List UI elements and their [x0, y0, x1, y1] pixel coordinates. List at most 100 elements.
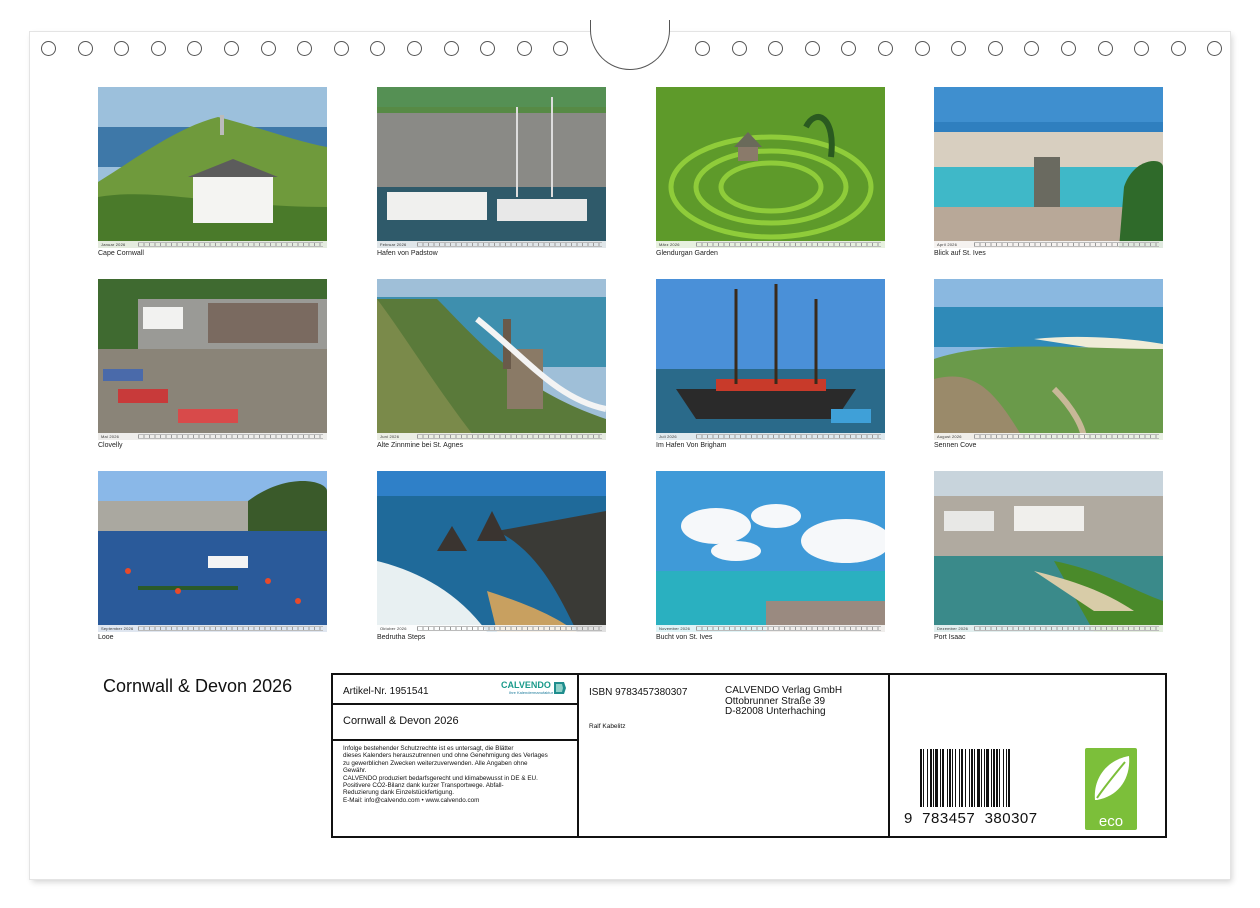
- legal-line: Positivere CO2-Bilanz dank kurzer Transp…: [343, 782, 504, 790]
- month-day-strip: Februar 2026: [377, 241, 606, 248]
- landscape-photo: [656, 279, 885, 440]
- landscape-photo: [377, 471, 606, 632]
- landscape-photo: [934, 87, 1163, 248]
- binding-hole: [987, 41, 1003, 56]
- publisher-city: D-82008 Unterhaching: [725, 706, 826, 717]
- photo-caption: Clovelly: [98, 442, 123, 449]
- month-day-strip: September 2026: [98, 625, 327, 632]
- photo-tile: September 2026: [98, 471, 327, 632]
- month-label: Februar 2026: [380, 242, 407, 247]
- legal-line: Infolge bestehender Schutzrechte ist es …: [343, 745, 514, 752]
- photo-tile: Oktober 2026: [377, 471, 606, 632]
- day-grid: [138, 434, 323, 439]
- landscape-photo: [98, 87, 327, 248]
- isbn-barcode: 9 783457 380307: [904, 749, 1046, 827]
- day-grid: [417, 626, 602, 631]
- binding-hole: [77, 41, 93, 56]
- month-label: Oktober 2026: [380, 626, 407, 631]
- month-label: Juli 2026: [659, 434, 677, 439]
- landscape-photo: [656, 87, 885, 248]
- landscape-photo: [98, 279, 327, 440]
- day-grid: [417, 242, 602, 247]
- photo-caption: Bedrutha Steps: [377, 634, 426, 641]
- day-grid: [138, 626, 323, 631]
- product-title: Cornwall & Devon 2026: [343, 715, 459, 727]
- legal-line: Reduzierung dank Einzelstückfertigung.: [343, 789, 454, 797]
- day-grid: [696, 242, 881, 247]
- photo-caption: Port Isaac: [934, 634, 966, 641]
- photo-caption: Hafen von Padstow: [377, 250, 438, 257]
- legal-line: Gewähr.: [343, 767, 367, 775]
- binding-hole: [1061, 41, 1076, 56]
- photo-caption: Glendurgan Garden: [656, 250, 718, 257]
- legal-line: CALVENDO produziert bedarfsgerecht und k…: [343, 774, 538, 782]
- photo-tile: Februar 2026: [377, 87, 606, 248]
- legal-line: zu gewerblichen Zwecken weiterzuverwende…: [343, 759, 528, 767]
- day-grid: [974, 242, 1159, 247]
- calvendo-logo-icon: [553, 681, 567, 695]
- month-day-strip: Oktober 2026: [377, 625, 606, 632]
- day-grid: [974, 434, 1159, 439]
- binding-hole: [516, 41, 532, 56]
- photo-tile: November 2026: [656, 471, 885, 632]
- binding-hole: [731, 41, 747, 56]
- calendar-title: Cornwall & Devon 2026: [103, 676, 293, 696]
- author: Ralf Kabelitz: [589, 723, 626, 730]
- day-grid: [696, 434, 881, 439]
- binding-hole: [878, 41, 893, 56]
- isbn: ISBN 9783457380307: [589, 687, 688, 698]
- photo-tile: Mai 2026: [98, 279, 327, 440]
- calvendo-tagline: Ihre Kalendermanufaktur: [509, 690, 554, 695]
- month-label: Januar 2026: [101, 242, 126, 247]
- photo-caption: Blick auf St. Ives: [934, 250, 986, 257]
- photo-tile: Juli 2026: [656, 279, 885, 440]
- month-day-strip: Juli 2026: [656, 433, 885, 440]
- photo-caption: Alte Zinnmine bei St. Agnes: [377, 442, 463, 449]
- photo-caption: Sennen Cove: [934, 442, 977, 449]
- leaf-icon: [1094, 756, 1130, 800]
- landscape-photo: [377, 279, 606, 440]
- photo-tile: April 2026: [934, 87, 1163, 248]
- binding-hole: [260, 41, 276, 56]
- landscape-photo: [98, 471, 327, 632]
- binding-hole: [804, 41, 820, 56]
- month-label: Juni 2026: [380, 434, 400, 439]
- barcode-digits: 9 783457 380307: [904, 810, 1038, 827]
- photo-tile: Juni 2026: [377, 279, 606, 440]
- month-day-strip: Juni 2026: [377, 433, 606, 440]
- day-grid: [974, 626, 1159, 631]
- month-label: November 2026: [659, 626, 691, 631]
- binding-hole: [333, 41, 349, 56]
- month-label: Mai 2026: [101, 434, 120, 439]
- landscape-photo: [656, 471, 885, 632]
- photo-tile: Dezember 2026: [934, 471, 1163, 632]
- landscape-photo: [934, 471, 1163, 632]
- photo-caption: Looe: [98, 634, 114, 641]
- month-label: August 2026: [937, 434, 962, 439]
- month-day-strip: November 2026: [656, 625, 885, 632]
- legal-line: dieses Kalenders herauszutrennen und ohn…: [343, 752, 548, 760]
- eco-label: eco: [1098, 813, 1124, 830]
- month-day-strip: August 2026: [934, 433, 1163, 440]
- photo-tile: August 2026: [934, 279, 1163, 440]
- month-day-strip: April 2026: [934, 241, 1163, 248]
- publisher-address: CALVENDO Verlag GmbH Ottobrunner Straße …: [725, 685, 843, 718]
- binding-hole: [224, 41, 239, 56]
- binding-hole: [407, 41, 422, 56]
- binding-hole: [695, 41, 710, 56]
- month-day-strip: Dezember 2026: [934, 625, 1163, 632]
- article-number: Artikel-Nr. 1951541: [343, 686, 429, 697]
- landscape-photo: [934, 279, 1163, 440]
- photo-caption: Cape Cornwall: [98, 250, 144, 257]
- month-label: April 2026: [937, 242, 958, 247]
- binding-hole: [1097, 41, 1113, 56]
- month-label: Dezember 2026: [937, 626, 969, 631]
- day-grid: [138, 242, 323, 247]
- day-grid: [696, 626, 881, 631]
- binding-hole: [914, 41, 930, 56]
- legal-line: E-Mail: info@calvendo.com • www.calvendo…: [343, 796, 480, 804]
- month-day-strip: Mai 2026: [98, 433, 327, 440]
- publisher-name: CALVENDO Verlag GmbH: [725, 685, 843, 696]
- month-label: September 2026: [101, 626, 134, 631]
- photo-tile: Januar 2026: [98, 87, 327, 248]
